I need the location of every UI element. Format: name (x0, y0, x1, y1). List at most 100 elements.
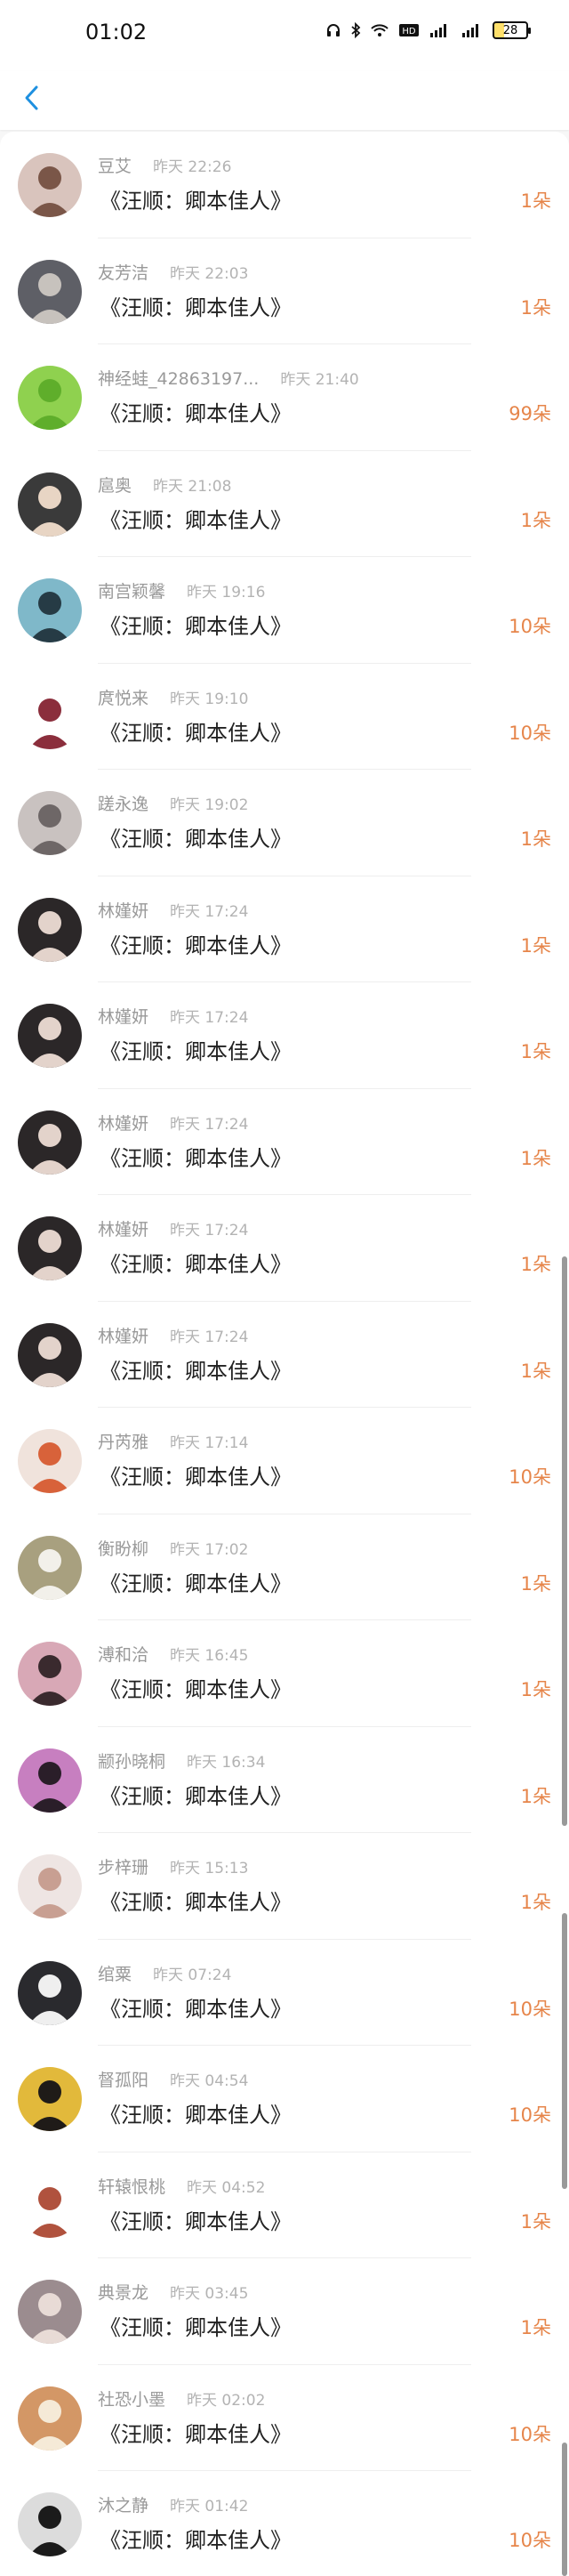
gift-list-item[interactable]: 社恐小墨 昨天 02:02 《汪顺：卿本佳人》 10朵 (0, 2364, 569, 2471)
username[interactable]: 颛孙晓桐 (98, 1748, 165, 1773)
gift-list-item[interactable]: 林嫤妍 昨天 17:24 《汪顺：卿本佳人》 1朵 (0, 1088, 569, 1195)
gift-list-item[interactable]: 林嫤妍 昨天 17:24 《汪顺：卿本佳人》 1朵 (0, 1301, 569, 1408)
item-meta: 衡盼柳 昨天 17:02 (98, 1536, 248, 1560)
username[interactable]: 步梓珊 (98, 1854, 148, 1878)
gift-count: 10朵 (509, 616, 551, 637)
item-meta: 神经蛙_42863197... 昨天 21:40 (98, 366, 359, 390)
timestamp: 昨天 17:24 (170, 1009, 249, 1027)
username[interactable]: 林嫤妍 (98, 1004, 148, 1028)
avatar[interactable] (18, 1004, 82, 1068)
username[interactable]: 南宫颖馨 (98, 578, 165, 602)
avatar[interactable] (18, 578, 82, 642)
gift-list-item[interactable]: 沐之静 昨天 01:42 《汪顺：卿本佳人》 10朵 (0, 2471, 569, 2576)
username[interactable]: 典景龙 (98, 2280, 148, 2304)
gift-list-item[interactable]: 步梓珊 昨天 15:13 《汪顺：卿本佳人》 1朵 (0, 1833, 569, 1940)
gift-list-item[interactable]: 蹉永逸 昨天 19:02 《汪顺：卿本佳人》 1朵 (0, 770, 569, 876)
avatar[interactable] (18, 791, 82, 855)
gift-title: 《汪顺：卿本佳人》 (100, 1890, 292, 1915)
avatar[interactable] (18, 2386, 82, 2451)
avatar[interactable] (18, 1535, 82, 1600)
gift-count: 1朵 (520, 1147, 551, 1169)
gift-count: 1朵 (520, 1572, 551, 1595)
username[interactable]: 庹悦来 (98, 685, 148, 709)
scrollbar-thumb[interactable] (562, 2443, 567, 2576)
username[interactable]: 友芳洁 (98, 260, 148, 284)
avatar[interactable] (18, 2173, 82, 2238)
gift-list-item[interactable]: 扈奥 昨天 21:08 《汪顺：卿本佳人》 1朵 (0, 450, 569, 557)
item-meta: 友芳洁 昨天 22:03 (98, 260, 248, 284)
avatar[interactable] (18, 1429, 82, 1493)
avatar[interactable] (18, 1960, 82, 2025)
gift-list-item[interactable]: 林嫤妍 昨天 17:24 《汪顺：卿本佳人》 1朵 (0, 982, 569, 1089)
username[interactable]: 轩辕恨桃 (98, 2174, 165, 2198)
gift-title: 《汪顺：卿本佳人》 (100, 401, 292, 426)
gift-list-item[interactable]: 衡盼柳 昨天 17:02 《汪顺：卿本佳人》 1朵 (0, 1514, 569, 1620)
avatar[interactable] (18, 2280, 82, 2344)
avatar[interactable] (18, 2067, 82, 2131)
gift-list-item[interactable]: 溥和洽 昨天 16:45 《汪顺：卿本佳人》 1朵 (0, 1620, 569, 1727)
gift-list-item[interactable]: 林嫤妍 昨天 17:24 《汪顺：卿本佳人》 1朵 (0, 1195, 569, 1302)
gift-title: 《汪顺：卿本佳人》 (100, 2103, 292, 2128)
username[interactable]: 社恐小墨 (98, 2386, 165, 2410)
avatar[interactable] (18, 1748, 82, 1813)
gift-list-item[interactable]: 豆艾 昨天 22:26 《汪顺：卿本佳人》 1朵 (0, 132, 569, 238)
avatar[interactable] (18, 366, 82, 430)
username[interactable]: 豆艾 (98, 153, 132, 177)
avatar[interactable] (18, 1642, 82, 1706)
wifi-icon (370, 22, 389, 38)
gift-count: 1朵 (520, 934, 551, 957)
username[interactable]: 沐之静 (98, 2492, 148, 2516)
back-button[interactable] (12, 80, 52, 119)
gift-list-item[interactable]: 督孤阳 昨天 04:54 《汪顺：卿本佳人》 10朵 (0, 2046, 569, 2152)
username[interactable]: 林嫤妍 (98, 1110, 148, 1135)
username[interactable]: 林嫤妍 (98, 898, 148, 922)
avatar[interactable] (18, 2492, 82, 2556)
chevron-left-icon (22, 85, 42, 115)
scrollbar-thumb[interactable] (562, 1256, 567, 1826)
username[interactable]: 蹉永逸 (98, 791, 148, 815)
timestamp: 昨天 21:08 (153, 477, 232, 496)
gift-list-item[interactable]: 典景龙 昨天 03:45 《汪顺：卿本佳人》 1朵 (0, 2258, 569, 2365)
gift-list-item[interactable]: 绾粟 昨天 07:24 《汪顺：卿本佳人》 10朵 (0, 1939, 569, 2046)
avatar[interactable] (18, 259, 82, 324)
avatar[interactable] (18, 1322, 82, 1387)
gift-list-item[interactable]: 丹芮雅 昨天 17:14 《汪顺：卿本佳人》 10朵 (0, 1408, 569, 1514)
avatar[interactable] (18, 472, 82, 537)
avatar[interactable] (18, 1854, 82, 1918)
username[interactable]: 绾粟 (98, 1961, 132, 1985)
gift-title: 《汪顺：卿本佳人》 (100, 2209, 292, 2234)
username[interactable]: 督孤阳 (98, 2067, 148, 2091)
timestamp: 昨天 22:26 (153, 158, 232, 176)
scrollbar-thumb[interactable] (562, 1913, 567, 2189)
username[interactable]: 溥和洽 (98, 1642, 148, 1666)
username[interactable]: 衡盼柳 (98, 1536, 148, 1560)
avatar[interactable] (18, 684, 82, 749)
timestamp: 昨天 03:45 (170, 2285, 249, 2303)
gift-list-item[interactable]: 神经蛙_42863197... 昨天 21:40 《汪顺：卿本佳人》 99朵 (0, 344, 569, 451)
avatar[interactable] (18, 897, 82, 962)
gift-list-item[interactable]: 轩辕恨桃 昨天 04:52 《汪顺：卿本佳人》 1朵 (0, 2152, 569, 2258)
gift-list-item[interactable]: 林嫤妍 昨天 17:24 《汪顺：卿本佳人》 1朵 (0, 876, 569, 982)
username[interactable]: 丹芮雅 (98, 1429, 148, 1453)
username[interactable]: 扈奥 (98, 472, 132, 497)
gift-list-item[interactable]: 友芳洁 昨天 22:03 《汪顺：卿本佳人》 1朵 (0, 238, 569, 344)
timestamp: 昨天 19:16 (187, 584, 266, 602)
username[interactable]: 林嫤妍 (98, 1216, 148, 1240)
timestamp: 昨天 16:45 (170, 1647, 249, 1665)
gift-count: 1朵 (520, 1360, 551, 1382)
item-meta: 庹悦来 昨天 19:10 (98, 685, 248, 709)
username[interactable]: 神经蛙_42863197... (98, 366, 259, 390)
gift-count: 10朵 (509, 722, 551, 744)
avatar[interactable] (18, 1110, 82, 1175)
gift-title: 《汪顺：卿本佳人》 (100, 1677, 292, 1702)
gift-count: 10朵 (509, 1998, 551, 2020)
timestamp: 昨天 07:24 (153, 1966, 232, 1984)
username[interactable]: 林嫤妍 (98, 1323, 148, 1347)
avatar[interactable] (18, 153, 82, 217)
timestamp: 昨天 01:42 (170, 2498, 249, 2515)
gift-list-item[interactable]: 庹悦来 昨天 19:10 《汪顺：卿本佳人》 10朵 (0, 663, 569, 770)
gift-count: 1朵 (520, 828, 551, 850)
avatar[interactable] (18, 1216, 82, 1280)
gift-list-item[interactable]: 颛孙晓桐 昨天 16:34 《汪顺：卿本佳人》 1朵 (0, 1726, 569, 1833)
gift-list-item[interactable]: 南宫颖馨 昨天 19:16 《汪顺：卿本佳人》 10朵 (0, 557, 569, 664)
